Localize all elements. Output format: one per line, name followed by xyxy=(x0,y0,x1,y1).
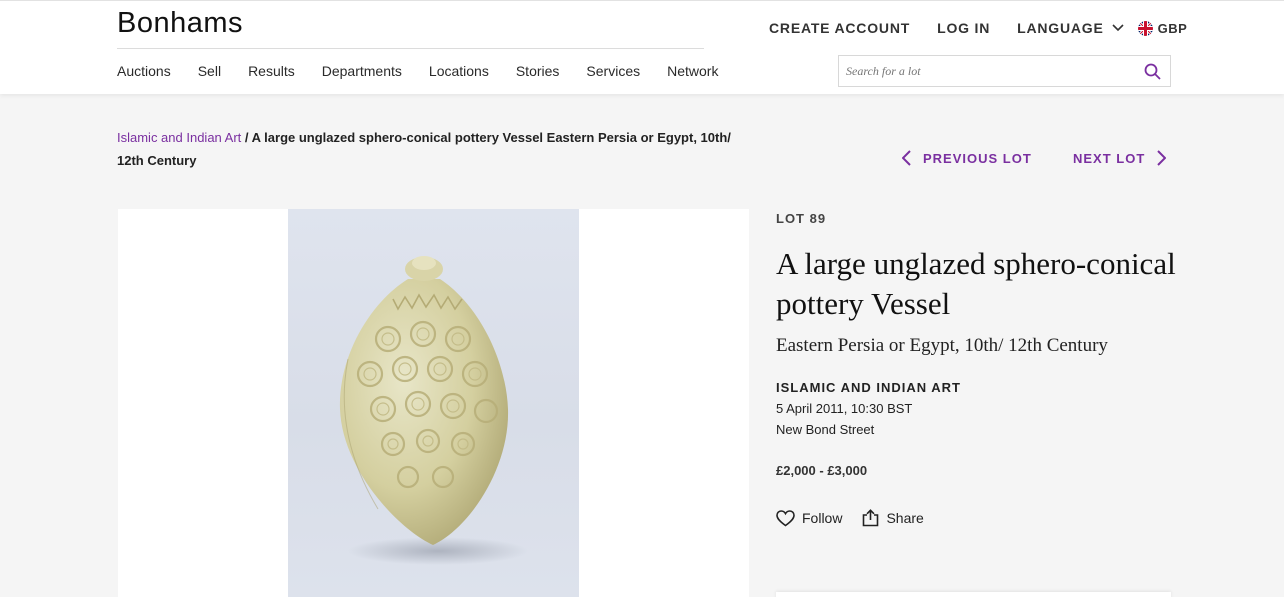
nav-stories[interactable]: Stories xyxy=(516,63,560,79)
auction-department-link[interactable]: ISLAMIC AND INDIAN ART xyxy=(776,380,1176,395)
heart-icon xyxy=(776,509,795,526)
chevron-left-icon xyxy=(902,150,911,166)
log-in-link[interactable]: LOG IN xyxy=(937,20,990,36)
share-label: Share xyxy=(886,510,924,526)
lot-subtitle: Eastern Persia or Egypt, 10th/ 12th Cent… xyxy=(776,335,1108,356)
create-account-link[interactable]: CREATE ACCOUNT xyxy=(769,20,910,36)
breadcrumb: Islamic and Indian Art / A large unglaze… xyxy=(117,126,742,172)
lot-number: LOT 89 xyxy=(776,211,827,226)
lot-title: A large unglazed sphero-conical pottery … xyxy=(776,246,1176,321)
language-label: LANGUAGE xyxy=(1017,20,1104,36)
previous-lot-label: PREVIOUS LOT xyxy=(923,150,1032,166)
previous-lot-button[interactable]: PREVIOUS LOT xyxy=(902,150,1032,166)
currency-selector[interactable]: GBP xyxy=(1137,20,1188,36)
search-input[interactable] xyxy=(839,56,1134,86)
auction-date: 5 April 2011, 10:30 BST xyxy=(776,401,913,416)
chevron-right-icon xyxy=(1157,150,1167,166)
lot-image-panel[interactable] xyxy=(118,209,749,597)
nav-auctions[interactable]: Auctions xyxy=(117,63,171,79)
chevron-down-icon xyxy=(1112,24,1124,32)
nav-locations[interactable]: Locations xyxy=(429,63,489,79)
nav-divider xyxy=(117,48,704,49)
pottery-vessel-image xyxy=(339,256,528,565)
language-selector[interactable]: LANGUAGE xyxy=(1017,20,1124,36)
share-icon xyxy=(863,509,879,527)
breadcrumb-separator: / xyxy=(241,130,252,145)
bidding-card-edge xyxy=(776,592,1171,597)
nav-results[interactable]: Results xyxy=(248,63,295,79)
lot-estimate: £2,000 - £3,000 xyxy=(776,463,868,478)
nav-services[interactable]: Services xyxy=(586,63,640,79)
lot-details: LOT 89 A large unglazed sphero-conical p… xyxy=(776,211,1176,527)
lot-search xyxy=(838,55,1171,87)
lot-actions: Follow Share xyxy=(776,509,1176,527)
share-button[interactable]: Share xyxy=(862,509,924,527)
nav-departments[interactable]: Departments xyxy=(322,63,402,79)
follow-label: Follow xyxy=(802,510,843,526)
account-links: CREATE ACCOUNT LOG IN LANGUAGE GBP xyxy=(769,20,1187,36)
nav-network[interactable]: Network xyxy=(667,63,718,79)
auction-venue: New Bond Street xyxy=(776,422,875,437)
next-lot-button[interactable]: NEXT LOT xyxy=(1073,150,1167,166)
nav-sell[interactable]: Sell xyxy=(198,63,221,79)
bonhams-logo[interactable]: Bonhams xyxy=(117,7,243,40)
site-header: Bonhams Auctions Sell Results Department… xyxy=(0,0,1284,94)
currency-label: GBP xyxy=(1157,20,1188,36)
uk-flag-icon xyxy=(1137,20,1153,36)
main-nav: Auctions Sell Results Departments Locati… xyxy=(117,63,718,79)
search-button[interactable] xyxy=(1134,56,1170,86)
next-lot-label: NEXT LOT xyxy=(1073,150,1146,166)
search-icon xyxy=(1144,63,1161,80)
follow-button[interactable]: Follow xyxy=(776,509,843,527)
lot-photo[interactable] xyxy=(288,209,579,597)
breadcrumb-department-link[interactable]: Islamic and Indian Art xyxy=(117,130,241,145)
